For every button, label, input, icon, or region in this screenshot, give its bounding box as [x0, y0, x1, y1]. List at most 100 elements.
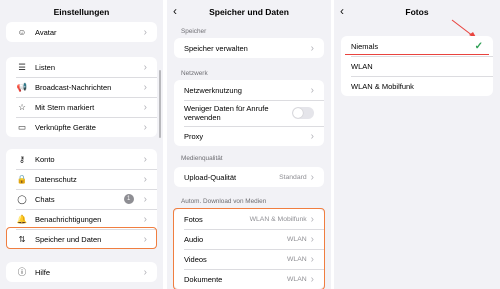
settings-item-account[interactable]: ⚷ Konto ›: [6, 149, 157, 169]
chevron-right-icon: ›: [143, 213, 147, 225]
item-label: Netzwerknutzung: [184, 85, 242, 95]
account-group: ⚷ Konto › 🔒 Datenschutz › ◯ Chats 1 › 🔔 …: [6, 149, 157, 249]
settings-item-label: Benachrichtigungen: [35, 214, 102, 224]
auto-download-videos[interactable]: Videos WLAN ›: [174, 249, 324, 269]
settings-item-privacy[interactable]: 🔒 Datenschutz ›: [6, 169, 157, 189]
chevron-right-icon: ›: [310, 42, 314, 54]
avatar-group: ☺ Avatar ›: [6, 22, 157, 42]
option-wlan-mobile[interactable]: WLAN & Mobilfunk: [341, 76, 493, 96]
up-down-arrows-icon: ⇅: [18, 233, 26, 244]
option-label: WLAN: [351, 61, 373, 71]
upload-quality-item[interactable]: Upload-Qualität Standard ›: [174, 167, 324, 187]
item-label: Audio: [184, 234, 204, 244]
option-label: Niemals: [351, 41, 379, 51]
chevron-right-icon: ›: [143, 266, 147, 278]
chevron-right-icon: ›: [143, 61, 147, 73]
key-icon: ⚷: [18, 153, 26, 164]
settings-item-label: Hilfe: [35, 267, 51, 277]
item-label: Proxy: [184, 131, 204, 141]
settings-item-starred[interactable]: ☆ Mit Stern markiert ›: [6, 97, 157, 117]
chevron-right-icon: ›: [143, 193, 147, 205]
scrollbar[interactable]: [159, 70, 161, 138]
section-header-auto-download: Autom. Download von Medien: [181, 198, 267, 205]
settings-item-label: Broadcast-Nachrichten: [35, 82, 112, 92]
settings-item-notifications[interactable]: 🔔 Benachrichtigungen ›: [6, 209, 157, 229]
settings-item-label: Avatar: [35, 27, 57, 37]
auto-download-photos[interactable]: Fotos WLAN & Mobilfunk ›: [174, 209, 324, 229]
chevron-right-icon: ›: [310, 253, 314, 265]
chevron-right-icon: ›: [310, 233, 314, 245]
info-icon: ⓘ: [17, 267, 27, 277]
chevron-right-icon: ›: [310, 130, 314, 142]
proxy-item[interactable]: Proxy ›: [174, 126, 324, 146]
settings-item-label: Mit Stern markiert: [35, 102, 95, 112]
chat-bubble-icon: ◯: [17, 193, 27, 204]
chevron-right-icon: ›: [143, 81, 147, 93]
item-label: Upload-Qualität: [184, 172, 237, 182]
settings-title: Einstellungen: [53, 7, 110, 17]
auto-download-documents[interactable]: Dokumente WLAN ›: [174, 269, 324, 289]
option-label: WLAN & Mobilfunk: [351, 81, 414, 91]
megaphone-icon: 📢: [16, 81, 28, 92]
section-header-media-quality: Medienqualität: [181, 155, 223, 162]
chevron-right-icon: ›: [143, 233, 147, 245]
item-value: Standard: [279, 173, 307, 181]
item-label: Fotos: [184, 214, 203, 224]
auto-download-audio[interactable]: Audio WLAN ›: [174, 229, 324, 249]
settings-item-label: Konto: [35, 154, 55, 164]
less-data-toggle[interactable]: [292, 107, 314, 119]
item-value: WLAN: [287, 275, 307, 283]
section-header-network: Netzwerk: [181, 70, 208, 77]
storage-nav-bar: ‹ Speicher und Daten: [167, 0, 331, 24]
item-label: Videos: [184, 254, 207, 264]
less-data-calls-item: Weniger Daten für Anrufe verwenden: [174, 100, 324, 126]
laptop-icon: ▭: [17, 121, 27, 132]
item-value: WLAN: [287, 255, 307, 263]
checkmark-icon: ✓: [474, 40, 483, 52]
storage-group: Speicher verwalten ›: [174, 38, 324, 58]
options-group: Niemals ✓ WLAN WLAN & Mobilfunk: [341, 36, 493, 96]
chevron-right-icon: ›: [143, 153, 147, 165]
chevron-right-icon: ›: [143, 26, 147, 38]
settings-item-broadcast[interactable]: 📢 Broadcast-Nachrichten ›: [6, 77, 157, 97]
storage-data-panel: ‹ Speicher und Daten Speicher Speicher v…: [167, 0, 331, 289]
settings-item-avatar[interactable]: ☺ Avatar ›: [6, 22, 157, 42]
chevron-right-icon: ›: [143, 101, 147, 113]
settings-item-lists[interactable]: ☰ Listen ›: [6, 57, 157, 77]
features-group: ☰ Listen › 📢 Broadcast-Nachrichten › ☆ M…: [6, 57, 157, 137]
settings-panel: Einstellungen ☺ Avatar › ☰ Listen › 📢 Br…: [0, 0, 163, 289]
item-value: WLAN: [287, 235, 307, 243]
storage-title: Speicher und Daten: [209, 7, 289, 17]
settings-item-label: Verknüpfte Geräte: [35, 122, 96, 132]
selection-underline: [345, 54, 489, 56]
settings-item-label: Datenschutz: [35, 174, 77, 184]
chevron-right-icon: ›: [143, 121, 147, 133]
avatar-face-icon: ☺: [17, 27, 27, 37]
settings-item-chats[interactable]: ◯ Chats 1 ›: [6, 189, 157, 209]
media-quality-group: Upload-Qualität Standard ›: [174, 167, 324, 187]
option-wlan[interactable]: WLAN: [341, 56, 493, 76]
settings-nav-bar: Einstellungen: [0, 0, 163, 24]
chevron-right-icon: ›: [310, 213, 314, 225]
network-group: Netzwerknutzung › Weniger Daten für Anru…: [174, 80, 324, 146]
settings-item-label: Speicher und Daten: [35, 234, 102, 244]
chevron-right-icon: ›: [310, 171, 314, 183]
settings-item-help[interactable]: ⓘ Hilfe ›: [6, 262, 157, 282]
chevron-right-icon: ›: [143, 173, 147, 185]
item-label: Dokumente: [184, 274, 223, 284]
settings-item-label: Chats: [35, 194, 55, 204]
settings-item-storage-data[interactable]: ⇅ Speicher und Daten ›: [6, 229, 157, 249]
star-icon: ☆: [18, 101, 26, 112]
chevron-right-icon: ›: [310, 84, 314, 96]
bell-icon: 🔔: [16, 213, 28, 224]
item-label: Weniger Daten für Anrufe verwenden: [184, 104, 269, 122]
option-never[interactable]: Niemals ✓: [341, 36, 493, 56]
help-group: ⓘ Hilfe ›: [6, 262, 157, 282]
back-chevron-icon[interactable]: ‹: [173, 4, 177, 18]
network-usage-item[interactable]: Netzwerknutzung ›: [174, 80, 324, 100]
settings-item-label: Listen: [35, 62, 56, 72]
photos-panel: ‹ Fotos Niemals ✓ WLAN WLAN & Mobilfunk: [334, 0, 500, 289]
manage-storage-item[interactable]: Speicher verwalten ›: [174, 38, 324, 58]
item-label: Speicher verwalten: [184, 43, 248, 53]
settings-item-linked-devices[interactable]: ▭ Verknüpfte Geräte ›: [6, 117, 157, 137]
